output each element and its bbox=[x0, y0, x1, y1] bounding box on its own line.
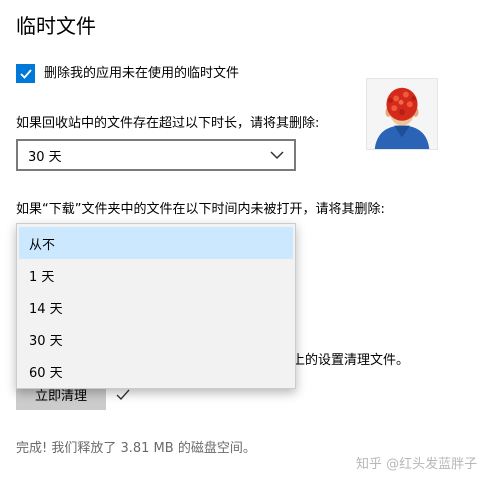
dropdown-option-60-days[interactable]: 60 天 bbox=[19, 355, 293, 387]
partially-hidden-text: 上的设置清理文件。 bbox=[292, 353, 410, 368]
dropdown-option-1-day[interactable]: 1 天 bbox=[19, 259, 293, 291]
red-hair-person-icon bbox=[367, 79, 437, 149]
page-title: 临时文件 bbox=[16, 14, 96, 38]
chevron-down-icon bbox=[270, 151, 284, 160]
downloads-label: 如果“下载”文件夹中的文件在以下时间内未被打开，请将其删除: bbox=[16, 202, 385, 217]
recycle-bin-select[interactable]: 30 天 bbox=[16, 139, 296, 171]
dropdown-option-30-days[interactable]: 30 天 bbox=[19, 323, 293, 355]
watermark: 知乎 @红头发蓝胖子 bbox=[356, 457, 478, 472]
recycle-bin-label: 如果回收站中的文件存在超过以下时长，请将其删除: bbox=[16, 116, 320, 131]
delete-temp-files-checkbox[interactable] bbox=[16, 64, 35, 83]
recycle-bin-select-value: 30 天 bbox=[28, 149, 62, 165]
avatar bbox=[366, 78, 438, 150]
done-check-icon bbox=[116, 389, 130, 401]
downloads-dropdown-list: 从不 1 天 14 天 30 天 60 天 bbox=[16, 223, 296, 389]
dropdown-option-never[interactable]: 从不 bbox=[19, 227, 293, 259]
status-message: 完成! 我们释放了 3.81 MB 的磁盘空间。 bbox=[16, 441, 256, 456]
delete-temp-files-label[interactable]: 删除我的应用未在使用的临时文件 bbox=[44, 64, 239, 83]
checkmark-icon bbox=[19, 68, 32, 79]
dropdown-option-14-days[interactable]: 14 天 bbox=[19, 291, 293, 323]
